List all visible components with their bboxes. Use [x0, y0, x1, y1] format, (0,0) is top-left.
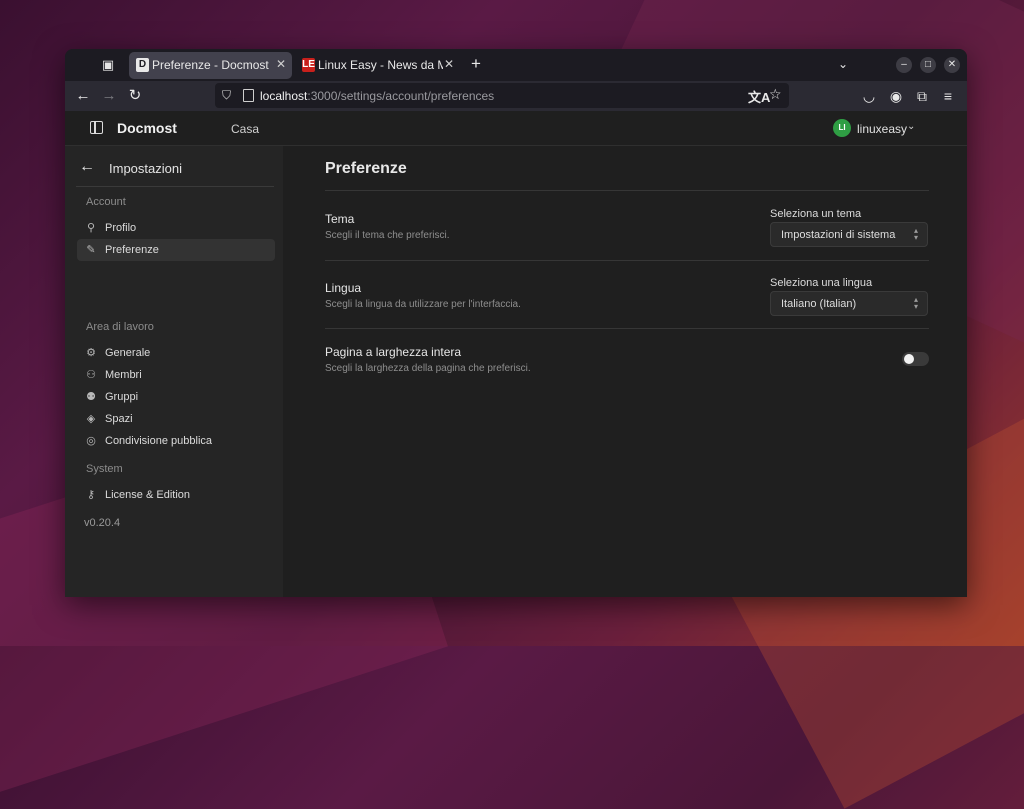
theme-select[interactable]: Impostazioni di sistema ▴ ▾ — [770, 222, 928, 247]
divider — [325, 328, 929, 329]
url-text[interactable]: localhost:3000/settings/account/preferen… — [260, 89, 494, 103]
page-title: Preferenze — [325, 160, 407, 177]
sidebar-item-label: Condivisione pubblica — [105, 435, 213, 447]
sidebar-item-preferenze[interactable]: ✎ Preferenze — [77, 239, 275, 261]
extensions-icon[interactable]: ⧉ — [912, 86, 932, 106]
app-header: Docmost Casa LI linuxeasy ⌄ — [65, 111, 967, 146]
maximize-icon[interactable]: □ — [920, 57, 936, 73]
settings-sidebar: ← Impostazioni Account ⚲ Profilo ✎ Prefe… — [65, 146, 283, 597]
linux-easy-favicon-icon: LE — [302, 58, 315, 72]
language-select-label: Seleziona una lingua — [770, 277, 873, 289]
avatar[interactable]: LI — [833, 119, 851, 137]
theme-select-value: Impostazioni di sistema — [781, 229, 896, 241]
browser-window: ▣ D Preferenze - Docmost ✕ LE Linux Easy… — [65, 49, 967, 597]
sidebar-item-label: License & Edition — [105, 489, 190, 501]
theme-description: Scegli il tema che preferisci. — [325, 230, 450, 241]
settings-icon: ⚙ — [86, 347, 96, 359]
tab-close-icon[interactable]: ✕ — [276, 57, 286, 72]
chevron-down-icon[interactable]: ⌄ — [907, 121, 915, 132]
sidebar-item-spazi[interactable]: ◈ Spazi — [77, 408, 275, 430]
new-tab-plus-icon[interactable]: + — [467, 55, 485, 73]
language-select-value: Italiano (Italian) — [781, 298, 857, 310]
sidebar-item-profilo[interactable]: ⚲ Profilo — [77, 217, 275, 239]
users-group-icon: ⚉ — [86, 391, 96, 403]
account-icon[interactable]: ◉ — [886, 86, 906, 106]
sidebar-section-workspace: Area di lavoro — [86, 321, 154, 333]
tab-linux-easy[interactable]: LE Linux Easy - News da Mondo Linux ✕ — [295, 52, 460, 79]
brand-title[interactable]: Docmost — [117, 120, 177, 136]
tab-list-icon[interactable]: ▣ — [100, 57, 116, 73]
translate-icon[interactable]: 文A — [748, 87, 770, 106]
minimize-icon[interactable]: – — [896, 57, 912, 73]
tab-strip: ▣ D Preferenze - Docmost ✕ LE Linux Easy… — [65, 49, 967, 81]
chevron-selector-icon: ▴ ▾ — [913, 226, 918, 242]
sidebar-item-label: Generale — [105, 347, 151, 359]
full-width-description: Scegli la larghezza della pagina che pre… — [325, 363, 531, 374]
divider — [325, 190, 929, 191]
sidebar-item-label: Profilo — [105, 222, 137, 234]
menu-hamburger-icon[interactable]: ≡ — [938, 86, 958, 106]
url-bar[interactable]: ⛉ localhost:3000/settings/account/prefer… — [215, 83, 789, 108]
tab-title: Preferenze - Docmost — [152, 58, 269, 72]
sidebar-item-condivisione-pubblica[interactable]: ◎ Condivisione pubblica — [77, 430, 275, 452]
sidebar-item-license[interactable]: ⚷ License & Edition — [77, 484, 275, 506]
sidebar-item-label: Spazi — [105, 413, 133, 425]
window-close-icon[interactable]: ✕ — [944, 57, 960, 73]
sidebar-title: Impostazioni — [109, 161, 182, 176]
sidebar-item-label: Membri — [105, 369, 142, 381]
sidebar-item-label: Gruppi — [105, 391, 139, 403]
theme-title: Tema — [325, 212, 355, 226]
version-label: v0.20.4 — [84, 517, 121, 529]
page-icon — [243, 89, 254, 102]
url-host: localhost — [260, 89, 308, 103]
theme-select-label: Seleziona un tema — [770, 208, 862, 220]
back-arrow-icon[interactable]: ← — [79, 158, 95, 176]
spaces-icon: ◈ — [86, 413, 96, 425]
reload-icon[interactable]: ↻ — [125, 86, 145, 106]
language-description: Scegli la lingua da utilizzare per l'int… — [325, 299, 521, 310]
language-select[interactable]: Italiano (Italian) ▴ ▾ — [770, 291, 928, 316]
sidebar-item-gruppi[interactable]: ⚉ Gruppi — [77, 386, 275, 408]
tab-preferences[interactable]: D Preferenze - Docmost ✕ — [129, 52, 292, 79]
key-icon: ⚷ — [86, 489, 96, 501]
users-icon: ⚇ — [86, 369, 96, 381]
preferences-panel: Preferenze Tema Scegli il tema che prefe… — [283, 146, 967, 597]
shield-icon[interactable]: ⛉ — [222, 88, 231, 103]
nav-bar: ← → ↻ ⛉ localhost:3000/settings/account/… — [65, 81, 967, 111]
sidebar-section-system: System — [86, 463, 123, 475]
divider — [76, 186, 274, 187]
tab-close-icon[interactable]: ✕ — [444, 57, 454, 72]
username[interactable]: linuxeasy — [857, 122, 907, 136]
tab-title: Linux Easy - News da Mondo Linux — [318, 58, 443, 72]
toggle-knob — [904, 354, 914, 364]
full-width-title: Pagina a larghezza intera — [325, 345, 462, 359]
divider — [325, 260, 929, 261]
sidebar-item-label: Preferenze — [105, 244, 159, 256]
sidebar-item-membri[interactable]: ⚇ Membri — [77, 364, 275, 386]
bookmark-star-icon[interactable]: ☆ — [769, 86, 782, 103]
chevron-down-icon[interactable]: ⌄ — [838, 57, 848, 71]
back-icon[interactable]: ← — [73, 86, 93, 106]
world-icon: ◎ — [86, 435, 96, 447]
home-link[interactable]: Casa — [231, 122, 259, 136]
sidebar-item-generale[interactable]: ⚙ Generale — [77, 342, 275, 364]
docmost-favicon-icon: D — [136, 58, 149, 72]
forward-icon[interactable]: → — [99, 86, 119, 106]
full-width-toggle[interactable] — [902, 352, 929, 366]
language-title: Lingua — [325, 281, 362, 295]
brush-icon: ✎ — [86, 244, 96, 256]
pocket-icon[interactable]: ◡ — [859, 86, 879, 106]
user-icon: ⚲ — [86, 222, 96, 234]
sidebar-section-account: Account — [86, 196, 126, 208]
sidebar-toggle-icon[interactable] — [90, 121, 103, 134]
url-path: :3000/settings/account/preferences — [307, 89, 495, 103]
chevron-selector-icon: ▴ ▾ — [913, 295, 918, 311]
